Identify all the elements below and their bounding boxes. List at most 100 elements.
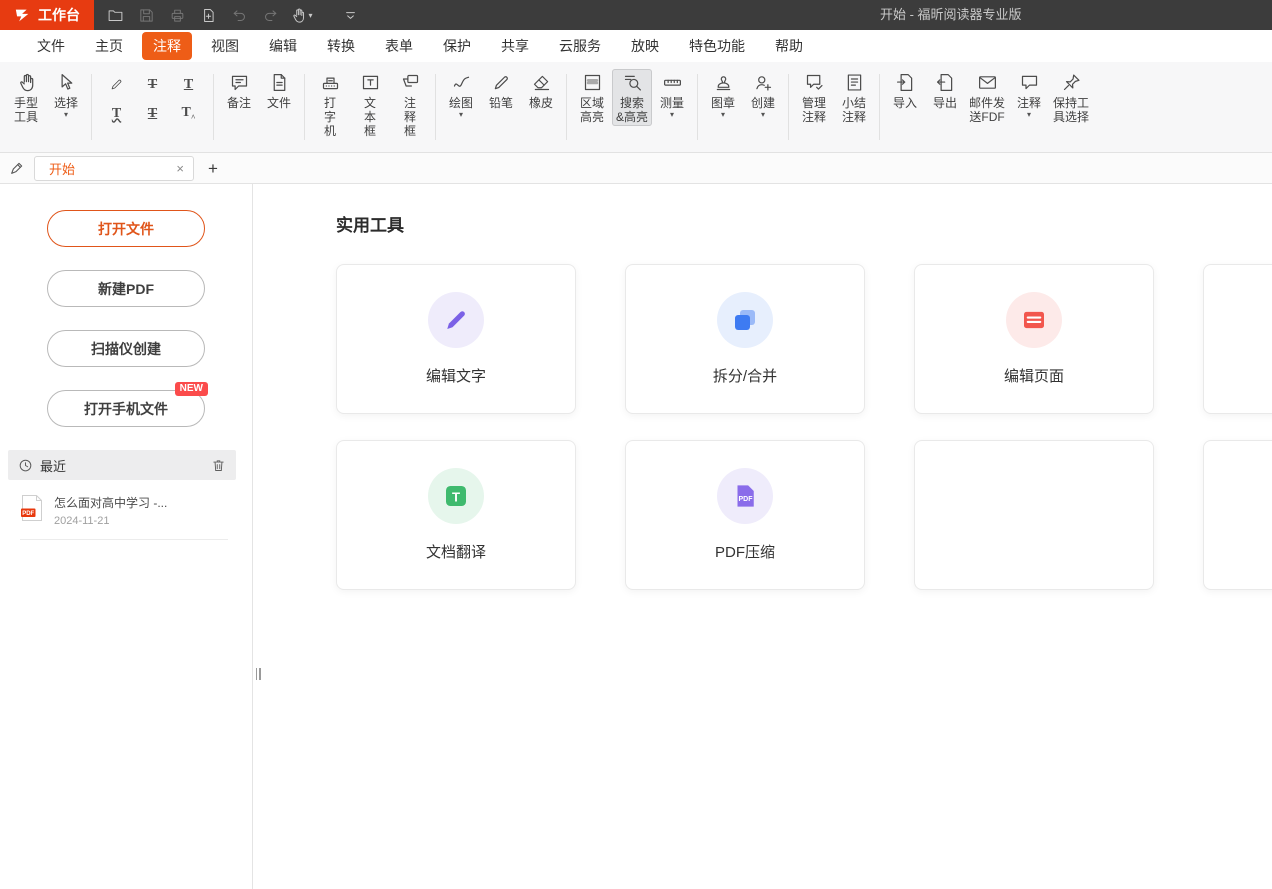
- undo-icon: [224, 0, 255, 30]
- titlebar: 工作台 ▾ 开始 - 福昕阅读器专业版: [0, 0, 1272, 30]
- search-highlight-button[interactable]: 搜索 &高亮: [612, 69, 652, 126]
- measure-button[interactable]: 测量▾: [652, 69, 692, 121]
- start-page-icon[interactable]: [4, 155, 30, 181]
- underline-icon: T: [184, 78, 193, 92]
- recent-file-item[interactable]: PDF怎么面对高中学习 -...2024-11-21: [0, 480, 252, 539]
- tool-card-partial[interactable]: [914, 440, 1154, 590]
- menu-share[interactable]: 共享: [490, 32, 540, 60]
- squiggly-underline-button[interactable]: T: [103, 101, 130, 126]
- tool-card[interactable]: PDFPDF压缩: [625, 440, 865, 590]
- highlight-text-button[interactable]: [103, 72, 130, 97]
- callout-button[interactable]: 注 释 框: [390, 69, 430, 140]
- ribbon-button-label: 导出: [933, 96, 957, 110]
- import-icon: [895, 72, 916, 93]
- close-icon[interactable]: ×: [176, 161, 184, 176]
- ribbon-group: 图章▾创建▾: [701, 62, 785, 152]
- open-file-icon[interactable]: [100, 0, 131, 30]
- ribbon-button-label: 保持工 具选择: [1053, 96, 1089, 124]
- import-comments-button[interactable]: 导入: [885, 69, 925, 112]
- document-tab[interactable]: 开始×: [34, 156, 194, 181]
- recent-file-date: 2024-11-21: [54, 515, 167, 527]
- chevron-down-icon: ▾: [308, 11, 312, 20]
- insert-text-button[interactable]: T^: [175, 101, 202, 126]
- menu-cloud[interactable]: 云服务: [548, 32, 612, 60]
- tabbar: 开始× +: [0, 153, 1272, 184]
- pencil-button[interactable]: 铅笔: [481, 69, 521, 112]
- manage-comments-button[interactable]: 管理 注释: [794, 69, 834, 126]
- workspace-button[interactable]: 工作台: [0, 0, 94, 30]
- tool-card[interactable]: 编辑页面: [914, 264, 1154, 414]
- chevron-down-icon: ▾: [64, 111, 68, 119]
- mail-icon: [977, 72, 998, 93]
- menu-form[interactable]: 表单: [374, 32, 424, 60]
- drawing-button[interactable]: 绘图▾: [441, 69, 481, 121]
- strikeout-text-button[interactable]: T: [139, 72, 166, 97]
- scanner-create-button[interactable]: 扫描仪创建: [47, 330, 205, 367]
- ribbon-button-label: 图章: [711, 96, 735, 110]
- comment-icon: [1019, 72, 1040, 93]
- save-icon: [131, 0, 162, 30]
- tool-card[interactable]: WPDF转Word: [1203, 264, 1272, 414]
- tool-card[interactable]: T文档翻译: [336, 440, 576, 590]
- open-mobile-file-button[interactable]: 打开手机文件NEW: [47, 390, 205, 427]
- menu-edit[interactable]: 编辑: [258, 32, 308, 60]
- email-fdf-button[interactable]: 邮件发 送FDF: [965, 69, 1009, 126]
- action-button-label: 新建PDF: [98, 279, 154, 299]
- recent-title: 最近: [40, 456, 66, 475]
- attach-file-button[interactable]: 文件: [259, 69, 299, 112]
- keep-tool-selected-button[interactable]: 保持工 具选择: [1049, 69, 1093, 126]
- typewriter-icon: [320, 72, 341, 93]
- menu-protect[interactable]: 保护: [432, 32, 482, 60]
- callout-icon: [400, 72, 421, 93]
- ribbon-group: 备注文件: [217, 62, 301, 152]
- hand-icon: [16, 72, 37, 93]
- create-pdf-icon[interactable]: [193, 0, 224, 30]
- new-pdf-button[interactable]: 新建PDF: [47, 270, 205, 307]
- collapse-toolbar-icon[interactable]: [335, 0, 366, 30]
- section-title: 实用工具: [336, 211, 1272, 236]
- stamp-button[interactable]: 图章▾: [703, 69, 743, 121]
- replace-text-button[interactable]: T: [139, 101, 166, 126]
- menu-convert[interactable]: 转换: [316, 32, 366, 60]
- stamp-icon: [713, 72, 734, 93]
- svg-text:PDF: PDF: [739, 496, 754, 503]
- area-highlight-button[interactable]: 区域 高亮: [572, 69, 612, 126]
- menu-home[interactable]: 主页: [84, 32, 134, 60]
- tool-card-label: 文档翻译: [426, 541, 486, 562]
- app-window: 工作台 ▾ 开始 - 福昕阅读器专业版 文件主页注释视图编辑转换表单保护共享云服…: [0, 0, 1272, 889]
- menu-file[interactable]: 文件: [26, 32, 76, 60]
- menu-features[interactable]: 特色功能: [678, 32, 756, 60]
- tool-card[interactable]: 拆分/合并: [625, 264, 865, 414]
- select-tool-button[interactable]: 选择▾: [46, 69, 86, 121]
- open-file-button[interactable]: 打开文件: [47, 210, 205, 247]
- clear-recent-button[interactable]: [211, 458, 226, 473]
- tool-card-partial[interactable]: [1203, 440, 1272, 590]
- underline-text-button[interactable]: T: [175, 72, 202, 97]
- ribbon-button-label: 搜索 &高亮: [616, 96, 648, 124]
- create-stamp-button[interactable]: 创建▾: [743, 69, 783, 121]
- sidebar: 打开文件新建PDF 扫描仪创建打开手机文件NEW 最近 PDF怎么面对高中学习 -…: [0, 184, 253, 889]
- menu-help[interactable]: 帮助: [764, 32, 814, 60]
- sidebar-resize-handle[interactable]: [253, 666, 263, 682]
- summarize-comments-button[interactable]: 小结 注释: [834, 69, 874, 126]
- ribbon-button-label: 区域 高亮: [580, 96, 604, 124]
- new-tab-button[interactable]: +: [208, 160, 218, 177]
- tool-card-label: 编辑文字: [426, 365, 486, 386]
- textbox-button[interactable]: 文 本 框: [350, 69, 390, 140]
- eraser-icon: [531, 72, 552, 93]
- menu-comment[interactable]: 注释: [142, 32, 192, 60]
- tool-card[interactable]: 编辑文字: [336, 264, 576, 414]
- hand-gesture-icon[interactable]: ▾: [286, 0, 317, 30]
- split-merge-icon: [717, 292, 773, 348]
- pdf-compress-icon: PDF: [717, 468, 773, 524]
- eraser-button[interactable]: 橡皮: [521, 69, 561, 112]
- menu-view[interactable]: 视图: [200, 32, 250, 60]
- draw-icon: [451, 72, 472, 93]
- hand-tool-button[interactable]: 手型 工具: [6, 69, 46, 126]
- export-comments-button[interactable]: 导出: [925, 69, 965, 112]
- comments-panel-button[interactable]: 注释▾: [1009, 69, 1049, 121]
- note-button[interactable]: 备注: [219, 69, 259, 112]
- typewriter-button[interactable]: 打 字 机: [310, 69, 350, 140]
- ribbon-button-label: 橡皮: [529, 96, 553, 110]
- menu-present[interactable]: 放映: [620, 32, 670, 60]
